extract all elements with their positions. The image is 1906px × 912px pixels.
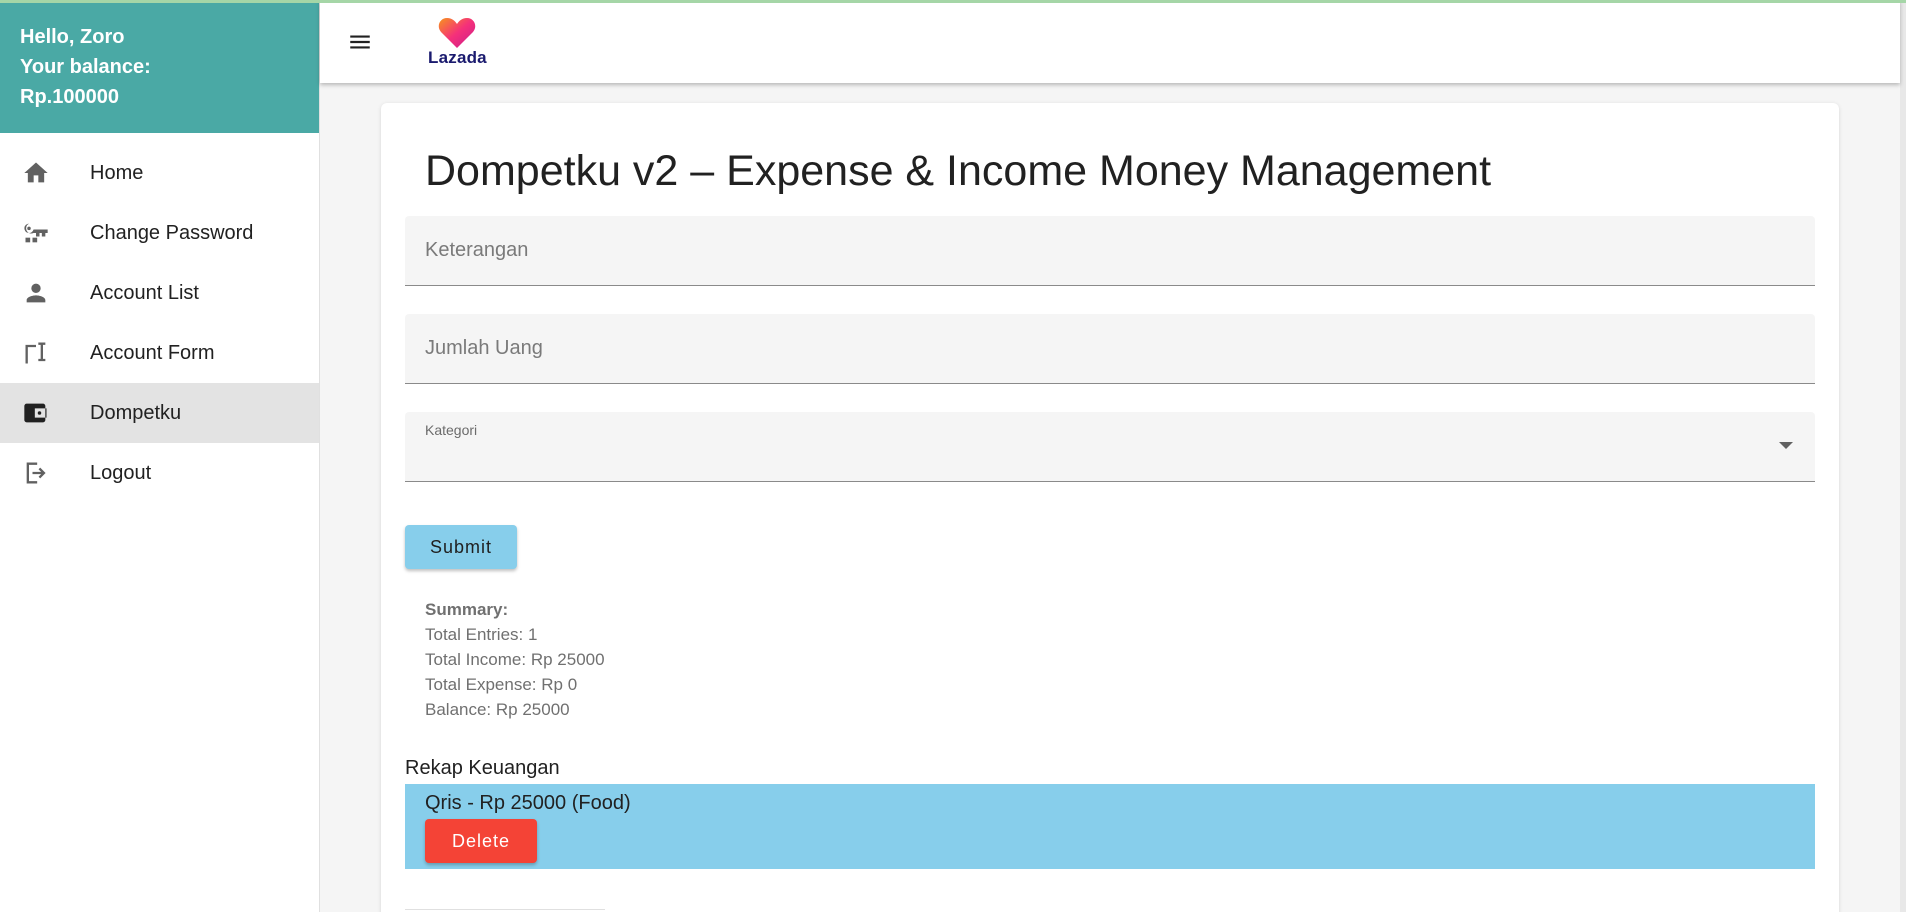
main-card: Dompetku v2 – Expense & Income Money Man… — [381, 103, 1839, 912]
keterangan-input[interactable] — [405, 216, 1815, 285]
greeting-text: Hello, Zoro — [20, 26, 125, 48]
jumlah-field — [405, 314, 1815, 384]
page-title: Dompetku v2 – Expense & Income Money Man… — [425, 147, 1492, 195]
menu-icon — [350, 35, 370, 48]
sidebar-item-label: Account Form — [90, 341, 215, 364]
summary-total-expense: Total Expense: Rp 0 — [425, 675, 578, 694]
sidebar-item-logout[interactable]: Logout — [0, 443, 319, 503]
sidebar-item-label: Account List — [90, 281, 199, 304]
page-scrollbar[interactable] — [1900, 0, 1906, 912]
kategori-label: Kategori — [425, 422, 478, 438]
lazada-logo[interactable]: Lazada — [428, 16, 487, 68]
form-icon — [0, 339, 90, 367]
summary-balance: Balance: Rp 25000 — [425, 700, 570, 719]
delete-button[interactable]: Delete — [425, 819, 537, 863]
logout-icon — [0, 459, 90, 487]
wallet-icon — [0, 399, 90, 427]
sidebar-item-label: Home — [90, 161, 144, 184]
rekap-title: Rekap Keuangan — [405, 757, 560, 779]
keterangan-field — [405, 216, 1815, 286]
summary-total-entries: Total Entries: 1 — [425, 625, 538, 644]
home-icon — [0, 159, 90, 187]
entry-text: Qris - Rp 25000 (Food) — [425, 792, 631, 814]
key-icon — [0, 219, 90, 247]
sidebar-header: Hello, Zoro Your balance: Rp.100000 — [0, 0, 319, 133]
sidebar-item-dompetku[interactable]: Dompetku — [0, 383, 319, 443]
menu-button[interactable] — [342, 24, 378, 60]
sidebar-item-label: Dompetku — [90, 401, 182, 424]
list-item: Qris - Rp 25000 (Food) Delete — [405, 784, 1815, 869]
sidebar-item-change-password[interactable]: Change Password — [0, 203, 319, 263]
sidebar-item-label: Logout — [90, 461, 152, 484]
kategori-select[interactable]: Kategori — [405, 412, 1815, 482]
summary-title: Summary: — [425, 600, 509, 619]
balance-value: Rp.100000 — [20, 86, 119, 108]
top-accent-line — [0, 0, 1906, 3]
sidebar-item-label: Change Password — [90, 221, 254, 244]
chevron-down-icon — [1779, 442, 1793, 449]
balance-label: Your balance: — [20, 56, 151, 78]
summary-total-income: Total Income: Rp 25000 — [425, 650, 605, 669]
sidebar-item-account-form[interactable]: Account Form — [0, 323, 319, 383]
jumlah-uang-input[interactable] — [405, 314, 1815, 383]
submit-button[interactable]: Submit — [405, 525, 517, 569]
sidebar-item-home[interactable]: Home — [0, 143, 319, 203]
app-bar: Lazada — [320, 0, 1900, 83]
sidebar: Hello, Zoro Your balance: Rp.100000 Home… — [0, 0, 320, 912]
summary-section: Summary: Total Entries: 1 Total Income: … — [425, 597, 605, 722]
person-icon — [0, 279, 90, 307]
heart-logo-icon — [439, 17, 476, 48]
logo-text: Lazada — [428, 47, 487, 67]
sidebar-nav: Home Change Password Account List Accoun… — [0, 133, 319, 503]
sidebar-item-account-list[interactable]: Account List — [0, 263, 319, 323]
